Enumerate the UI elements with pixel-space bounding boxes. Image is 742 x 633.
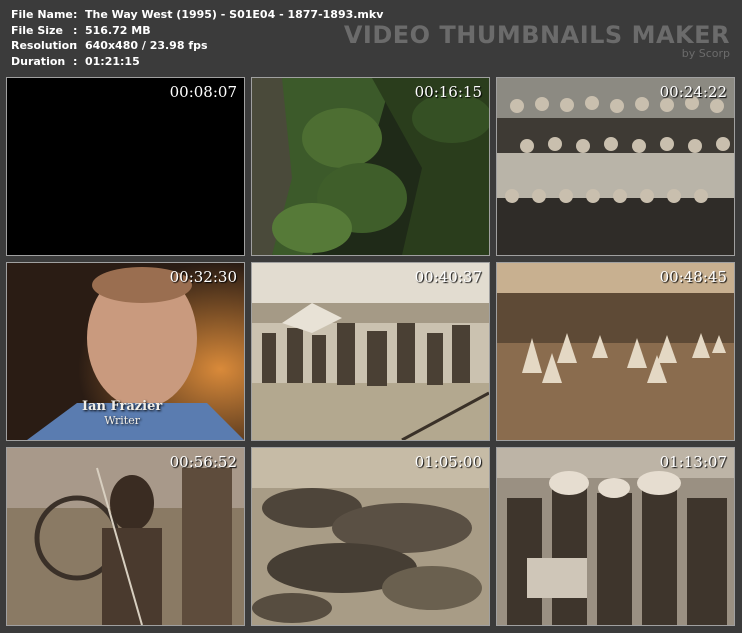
info-value: 640x480 / 23.98 fps <box>85 39 208 52</box>
info-key: File Name <box>11 8 73 21</box>
lower-third-caption: Ian Frazier Writer <box>82 399 162 427</box>
chiefs-group-photo-image <box>497 448 734 625</box>
brand-watermark: VIDEO THUMBNAILS MAKER by Scorp <box>344 22 730 60</box>
info-key: Resolution <box>11 39 78 52</box>
thumbnail-8[interactable]: 01:05:00 <box>251 447 490 626</box>
tipi-village-image <box>497 263 734 440</box>
fallen-bodies-image <box>252 448 489 625</box>
thumbnail-2[interactable]: 00:16:15 <box>251 77 490 256</box>
info-row-duration: Duration : 01:21:15 <box>11 54 383 70</box>
timestamp: 00:08:07 <box>169 83 237 101</box>
thumbnail-4[interactable]: Ian Frazier Writer 00:32:30 <box>6 262 245 441</box>
info-value: The Way West (1995) - S01E04 - 1877-1893… <box>85 8 384 21</box>
file-info-panel: File Name : The Way West (1995) - S01E04… <box>11 7 383 69</box>
encampment-crowd-image <box>252 263 489 440</box>
timestamp: 01:05:00 <box>414 453 482 471</box>
caption-role: Writer <box>104 414 140 427</box>
info-value: 516.72 MB <box>85 23 151 37</box>
thumbnail-6[interactable]: 00:48:45 <box>496 262 735 441</box>
thumbnail-1[interactable]: 00:08:07 <box>6 77 245 256</box>
info-separator: : <box>73 39 78 52</box>
timestamp: 00:32:30 <box>169 268 237 286</box>
native-man-portrait-image <box>7 448 244 625</box>
caption-name: Ian Frazier <box>82 399 163 414</box>
brand-title: VIDEO THUMBNAILS MAKER <box>343 21 730 49</box>
thumbnail-5[interactable]: 00:40:37 <box>251 262 490 441</box>
thumbnail-9[interactable]: 01:13:07 <box>496 447 735 626</box>
info-key: File Size <box>11 23 63 37</box>
info-row-resolution: Resolution : 640x480 / 23.98 fps <box>11 38 383 54</box>
info-row-file-name: File Name : The Way West (1995) - S01E04… <box>11 7 383 23</box>
timestamp: 00:16:15 <box>414 83 482 101</box>
timestamp: 00:40:37 <box>414 268 482 286</box>
info-separator: : <box>73 54 78 68</box>
info-separator: : <box>73 23 78 37</box>
thumbnail-3[interactable]: 00:24:22 <box>496 77 735 256</box>
thumbnail-7[interactable]: 00:56:52 <box>6 447 245 626</box>
timestamp: 01:13:07 <box>659 453 727 471</box>
forest-cliff-image <box>252 78 489 255</box>
school-group-photo-image <box>497 78 734 255</box>
info-key: Duration <box>11 54 66 68</box>
brand-subtitle: by Scorp <box>681 47 730 60</box>
info-row-file-size: File Size : 516.72 MB <box>11 23 383 39</box>
info-separator: : <box>73 8 78 21</box>
info-value: 01:21:15 <box>85 54 140 68</box>
timestamp: 00:24:22 <box>659 83 727 101</box>
timestamp: 00:48:45 <box>659 268 727 286</box>
timestamp: 00:56:52 <box>169 453 237 471</box>
